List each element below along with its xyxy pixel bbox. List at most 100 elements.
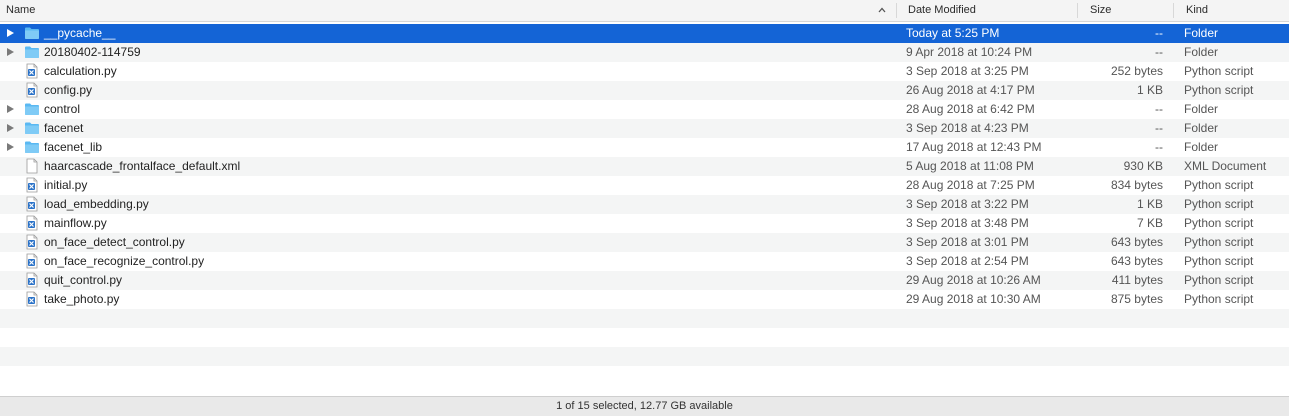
column-header-date-modified[interactable]: Date Modified	[902, 0, 1076, 21]
file-kind: Folder	[1184, 140, 1219, 154]
file-name: calculation.py	[44, 64, 117, 78]
column-header-kind[interactable]: Kind	[1180, 0, 1289, 21]
file-row[interactable]: config.py 26 Aug 2018 at 4:17 PM 1 KB Pytho…	[0, 81, 1289, 100]
file-size: --	[1155, 26, 1163, 40]
column-header-kind-label: Kind	[1186, 4, 1209, 16]
python-file-icon	[26, 234, 38, 250]
file-date-modified: 3 Sep 2018 at 2:54 PM	[906, 254, 1029, 268]
file-date-modified: 28 Aug 2018 at 6:42 PM	[906, 102, 1035, 116]
file-date-modified: 26 Aug 2018 at 4:17 PM	[906, 83, 1035, 97]
folder-row[interactable]: facenet 3 Sep 2018 at 4:23 PM -- Folder	[0, 119, 1289, 138]
folder-row[interactable]: facenet_lib 17 Aug 2018 at 12:43 PM -- Fold…	[0, 138, 1289, 157]
file-row[interactable]: on_face_detect_control.py 3 Sep 2018 at 3…	[0, 233, 1289, 252]
folder-icon	[25, 46, 39, 58]
folder-icon	[25, 103, 39, 115]
status-bar-text: 1 of 15 selected, 12.77 GB available	[556, 400, 733, 412]
file-date-modified: 3 Sep 2018 at 3:25 PM	[906, 64, 1029, 78]
python-file-icon	[26, 215, 38, 231]
empty-list-row	[0, 347, 1289, 366]
file-size: 7 KB	[1136, 216, 1163, 230]
file-name: load_embedding.py	[44, 197, 149, 211]
file-name: control	[44, 102, 81, 116]
column-header-bar: Name Date Modified Size Kind	[0, 0, 1289, 22]
file-size: 411 bytes	[1111, 273, 1163, 287]
file-list: __pycache__ Today at 5:25 PM -- Folder 20180…	[0, 24, 1289, 385]
folder-row[interactable]: 20180402-114759 9 Apr 2018 at 10:24 PM -- F…	[0, 43, 1289, 62]
file-kind: Python script	[1184, 64, 1254, 78]
file-kind: Folder	[1184, 26, 1219, 40]
file-name: config.py	[44, 83, 93, 97]
file-name: haarcascade_frontalface_default.xml	[44, 159, 241, 173]
file-date-modified: 17 Aug 2018 at 12:43 PM	[906, 140, 1042, 154]
folder-icon	[25, 141, 39, 153]
empty-list-row	[0, 328, 1289, 347]
file-kind: Python script	[1184, 216, 1254, 230]
disclosure-triangle-icon[interactable]	[7, 143, 14, 151]
file-size: --	[1155, 102, 1163, 116]
column-header-date-modified-label: Date Modified	[908, 4, 976, 16]
file-kind: Python script	[1184, 292, 1254, 306]
file-name: quit_control.py	[44, 273, 123, 287]
file-row[interactable]: on_face_recognize_control.py 3 Sep 2018 a…	[0, 252, 1289, 271]
column-divider[interactable]	[896, 3, 897, 18]
folder-row[interactable]: control 28 Aug 2018 at 6:42 PM -- Folder	[0, 100, 1289, 119]
python-file-icon	[26, 291, 38, 307]
disclosure-triangle-icon[interactable]	[7, 29, 14, 37]
file-kind: Python script	[1184, 254, 1254, 268]
file-kind: XML Document	[1184, 159, 1267, 173]
folder-icon	[25, 122, 39, 134]
file-kind: Folder	[1184, 45, 1219, 59]
column-divider[interactable]	[1173, 3, 1174, 18]
file-date-modified: 5 Aug 2018 at 11:08 PM	[906, 159, 1034, 173]
file-size: 1 KB	[1136, 197, 1163, 211]
column-header-name[interactable]: Name	[0, 0, 896, 21]
file-row[interactable]: initial.py 28 Aug 2018 at 7:25 PM 834 byte…	[0, 176, 1289, 195]
file-name: __pycache__	[44, 26, 116, 40]
folder-row[interactable]: __pycache__ Today at 5:25 PM -- Folder	[0, 24, 1289, 43]
python-file-icon	[26, 82, 38, 98]
file-kind: Folder	[1184, 102, 1219, 116]
python-file-icon	[26, 177, 38, 193]
python-file-icon	[26, 272, 38, 288]
file-date-modified: 3 Sep 2018 at 4:23 PM	[906, 121, 1029, 135]
file-size: --	[1155, 121, 1163, 135]
file-name: initial.py	[44, 178, 88, 192]
file-row[interactable]: quit_control.py 29 Aug 2018 at 10:26 AM 41…	[0, 271, 1289, 290]
file-name: on_face_recognize_control.py	[44, 254, 205, 268]
file-name: take_photo.py	[44, 292, 120, 306]
file-date-modified: 9 Apr 2018 at 10:24 PM	[906, 45, 1033, 59]
file-name: facenet_lib	[44, 140, 103, 154]
file-row[interactable]: mainflow.py 3 Sep 2018 at 3:48 PM 7 KB Pyth…	[0, 214, 1289, 233]
python-file-icon	[26, 63, 38, 79]
file-kind: Python script	[1184, 197, 1254, 211]
file-size: 643 bytes	[1110, 235, 1163, 249]
file-size: 252 bytes	[1110, 64, 1163, 78]
file-size: 1 KB	[1136, 83, 1163, 97]
file-size: 643 bytes	[1110, 254, 1163, 268]
file-name: 20180402-114759	[44, 45, 141, 59]
disclosure-triangle-icon[interactable]	[7, 105, 14, 113]
document-icon	[26, 158, 38, 174]
file-row[interactable]: take_photo.py 29 Aug 2018 at 10:30 AM 875 …	[0, 290, 1289, 309]
file-size: 834 bytes	[1110, 178, 1163, 192]
column-header-size[interactable]: Size	[1084, 0, 1172, 21]
file-date-modified: 3 Sep 2018 at 3:48 PM	[906, 216, 1029, 230]
file-row[interactable]: load_embedding.py 3 Sep 2018 at 3:22 PM 1 …	[0, 195, 1289, 214]
file-size: 875 bytes	[1110, 292, 1163, 306]
file-date-modified: Today at 5:25 PM	[906, 26, 1000, 40]
file-kind: Folder	[1184, 121, 1219, 135]
file-row[interactable]: haarcascade_frontalface_default.xml 5 Aug…	[0, 157, 1289, 176]
python-file-icon	[26, 253, 38, 269]
file-name: facenet	[44, 121, 84, 135]
file-name: mainflow.py	[44, 216, 107, 230]
file-date-modified: 29 Aug 2018 at 10:30 AM	[906, 292, 1041, 306]
file-row[interactable]: calculation.py 3 Sep 2018 at 3:25 PM 252 b…	[0, 62, 1289, 81]
file-kind: Python script	[1184, 235, 1254, 249]
column-divider[interactable]	[1077, 3, 1078, 18]
empty-list-row	[0, 366, 1289, 385]
sort-ascending-chevron-icon[interactable]	[878, 7, 886, 13]
disclosure-triangle-icon[interactable]	[7, 48, 14, 56]
file-kind: Python script	[1184, 273, 1254, 287]
disclosure-triangle-icon[interactable]	[7, 124, 14, 132]
folder-icon	[25, 27, 39, 39]
